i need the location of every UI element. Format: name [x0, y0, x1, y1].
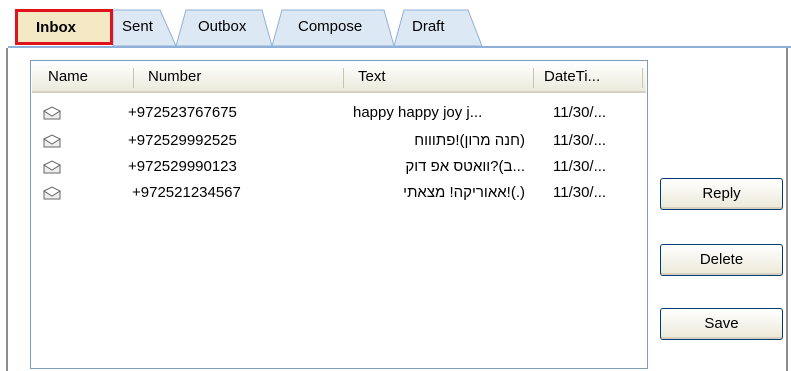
- reply-button[interactable]: Reply: [660, 178, 783, 210]
- row-date: 11/30/...: [553, 184, 607, 201]
- tab-draft[interactable]: Draft: [398, 8, 445, 46]
- tab-inbox[interactable]: Inbox: [15, 9, 113, 45]
- column-divider[interactable]: [642, 68, 643, 88]
- tab-outbox[interactable]: Outbox: [184, 8, 246, 46]
- tab-draft-label: Draft: [412, 18, 445, 35]
- column-header-datetime[interactable]: DateTi...: [544, 63, 600, 91]
- column-divider[interactable]: [343, 68, 344, 88]
- row-number: +972529990123: [128, 158, 237, 175]
- table-row[interactable]: +972529990123 ...ב)?וואטס אפ דוק 11/30/.…: [31, 153, 643, 180]
- column-header-number[interactable]: Number: [148, 63, 201, 91]
- row-number: +972523767675: [128, 104, 237, 121]
- column-header-name[interactable]: Name: [48, 63, 88, 91]
- table-row[interactable]: +972523767675 happy happy joy j... 11/30…: [31, 99, 643, 126]
- panel-left-border: [6, 48, 8, 371]
- row-date: 11/30/...: [553, 158, 607, 175]
- row-text: (חנה מרון)!פתוווח: [414, 132, 525, 149]
- tab-strip: Inbox Sent Outbox Compose Draft: [0, 0, 791, 48]
- envelope-icon: [43, 134, 61, 148]
- tab-compose-label: Compose: [298, 18, 363, 35]
- tab-compose[interactable]: Compose: [284, 8, 362, 46]
- tab-underline: [8, 46, 791, 48]
- column-header-text[interactable]: Text: [358, 63, 386, 91]
- envelope-icon: [43, 186, 61, 200]
- delete-button[interactable]: Delete: [660, 244, 783, 276]
- table-row[interactable]: +972529992525 (חנה מרון)!פתוווח 11/30/..…: [31, 127, 643, 154]
- list-header: Name Number Text DateTi...: [32, 63, 646, 93]
- row-number: +972521234567: [132, 184, 241, 201]
- save-button[interactable]: Save: [660, 308, 783, 340]
- table-row[interactable]: +972521234567 (.)!אאוריקה! מצאתי 11/30/.…: [31, 179, 643, 206]
- panel-right-border: [786, 48, 788, 371]
- row-text: (.)!אאוריקה! מצאתי: [403, 184, 525, 201]
- row-date: 11/30/...: [553, 132, 607, 149]
- message-list[interactable]: Name Number Text DateTi... +972523767675…: [30, 60, 648, 369]
- envelope-icon: [43, 160, 61, 174]
- tab-sent-label: Sent: [122, 18, 153, 35]
- row-date: 11/30/...: [553, 104, 607, 121]
- tab-sent[interactable]: Sent: [108, 8, 153, 46]
- column-divider[interactable]: [133, 68, 134, 88]
- envelope-icon: [43, 106, 61, 120]
- row-text: ...ב)?וואטס אפ דוק: [405, 158, 525, 175]
- tab-outbox-label: Outbox: [198, 18, 247, 35]
- row-number: +972529992525: [128, 132, 237, 149]
- column-divider[interactable]: [533, 68, 534, 88]
- row-text: happy happy joy j...: [353, 104, 483, 121]
- tab-inbox-label: Inbox: [36, 19, 76, 36]
